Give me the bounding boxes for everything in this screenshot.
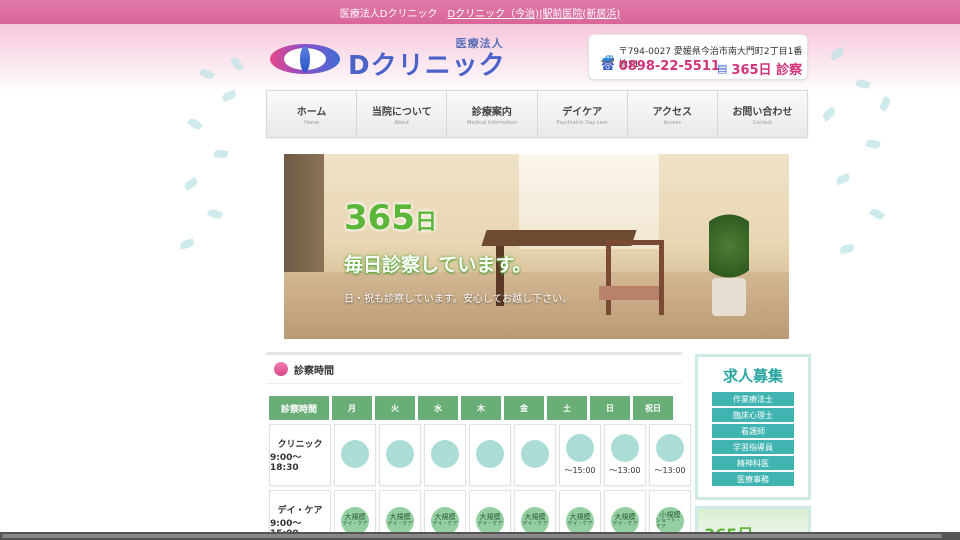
- table-header: 診察時間: [269, 396, 329, 420]
- calendar-icon: ▤: [717, 62, 728, 75]
- nav-item-label: ホーム: [296, 106, 327, 118]
- table-header: 祝日: [633, 396, 673, 420]
- contact-tel[interactable]: 0898-22-5511: [619, 59, 720, 74]
- table-header: 月: [332, 396, 372, 420]
- nav-item-label: 診療案内: [471, 106, 512, 118]
- table-cell: 〜13:00: [604, 424, 646, 486]
- table-header-row: 診察時間 月 火 水 木 金 土 日 祝日: [269, 396, 691, 420]
- daycare-mark: 大規模 デイ・ケア: [341, 507, 369, 535]
- hero-days-number: 365: [344, 198, 415, 238]
- table-header: 日: [590, 396, 630, 420]
- topbar-link-niihama[interactable]: 駅前医院(新居浜): [542, 9, 620, 20]
- recruit-item[interactable]: 看護師: [712, 424, 794, 438]
- hero-days-unit: 日: [414, 210, 437, 235]
- hours-heading: 診察時間: [266, 352, 682, 384]
- hero-days: 365日: [344, 198, 437, 238]
- nav-item-sub: Psychiatric Day care: [556, 119, 608, 126]
- contact-box: 🚙 〒794-0027 愛媛県今治市南大門町2丁目1番地21 ☎ 0898-22…: [588, 34, 808, 80]
- nav-item-sub: Medical Information: [467, 119, 517, 126]
- table-cell: 〜15:00: [559, 424, 601, 486]
- daycare-mark: 大規模 デイ・ケア: [476, 507, 504, 535]
- daycare-mark: 大規模 デイ・ケア: [386, 507, 414, 535]
- recruit-item[interactable]: 医療事務: [712, 472, 794, 486]
- global-nav: ホーム Home 当院について About 診療案内 Medical Infor…: [266, 90, 808, 138]
- nav-item-medical[interactable]: 診療案内 Medical Information: [447, 91, 538, 137]
- table-header: 木: [461, 396, 501, 420]
- hours-table: 診察時間 月 火 水 木 金 土 日 祝日 クリニック 9:00〜18:30 〜…: [269, 396, 691, 540]
- table-row-clinic: クリニック 9:00〜18:30 〜15:00 〜13:00 〜13:00: [269, 424, 691, 486]
- nav-item-contact[interactable]: お問い合わせ Contact: [718, 91, 807, 137]
- open-mark-icon: [656, 434, 684, 462]
- table-cell: [334, 424, 376, 486]
- daycare-mark: 大規模 デイ・ケア: [611, 507, 639, 535]
- logo-sub: 医療法人: [455, 36, 504, 50]
- daycare-mark: 大規模 デイ・ケア: [566, 507, 594, 535]
- open-mark-icon: [476, 439, 504, 468]
- table-cell: [469, 424, 511, 486]
- contact-days-row: ▤ 365日 診察: [717, 59, 802, 78]
- hours-title: 診察時間: [294, 365, 334, 377]
- nav-item-sub: About: [394, 119, 410, 126]
- nav-item-sub: Home: [304, 119, 319, 126]
- recruit-item[interactable]: 臨床心理士: [712, 408, 794, 422]
- horizontal-scrollbar[interactable]: [0, 532, 960, 540]
- recruit-banner[interactable]: 求人募集 作業療法士 臨床心理士 看護師 学習指導員 精神科医 医療事務: [695, 354, 811, 500]
- logo-text: 医療法人 Dクリニック: [348, 37, 506, 82]
- open-mark-icon: [611, 434, 639, 462]
- open-mark-icon: [521, 439, 549, 468]
- top-bar: 医療法人Dクリニック Dクリニック（今治)|駅前医院(新居浜): [0, 0, 960, 24]
- page: 医療法人Dクリニック Dクリニック（今治)|駅前医院(新居浜) 医療法人 Dクリ…: [0, 0, 960, 540]
- nav-item-daycare[interactable]: デイケア Psychiatric Day care: [538, 91, 628, 137]
- logo-mark-icon: [270, 38, 340, 82]
- phone-icon: ☎: [601, 60, 615, 73]
- contact-days: 365日 診察: [731, 63, 803, 78]
- open-mark-icon: [566, 434, 594, 462]
- contact-tel-row[interactable]: ☎ 0898-22-5511: [601, 59, 720, 74]
- nav-item-sub: Contact: [752, 119, 773, 126]
- table-cell: [514, 424, 556, 486]
- topbar-link-imabari[interactable]: Dクリニック（今治): [447, 9, 539, 20]
- nav-item-label: デイケア: [562, 106, 603, 118]
- hero-banner: 365日 毎日診察しています。 日・祝も診察しています。安心してお越し下さい。: [284, 154, 789, 339]
- open-mark-icon: [341, 439, 369, 468]
- hero-chair: [606, 240, 664, 315]
- open-mark-icon: [386, 439, 414, 468]
- row-label: クリニック 9:00〜18:30: [269, 424, 331, 486]
- nav-item-label: 当院について: [371, 106, 432, 118]
- table-cell: 〜13:00: [649, 424, 691, 486]
- daycare-mark: 大規模 デイ・ケア: [521, 507, 549, 535]
- daycare-mark: 大規模 デイ・ケア: [431, 507, 459, 535]
- table-cell: [424, 424, 466, 486]
- table-header: 火: [375, 396, 415, 420]
- recruit-item[interactable]: 作業療法士: [712, 392, 794, 406]
- recruit-item[interactable]: 精神科医: [712, 456, 794, 470]
- open-mark-icon: [431, 439, 459, 468]
- nav-item-label: アクセス: [652, 106, 693, 118]
- flower-icon: [274, 362, 288, 376]
- daycare-mark: 小規模 ショート・ケア: [656, 507, 684, 535]
- hero-subtext: 日・祝も診察しています。安心してお越し下さい。: [344, 294, 573, 305]
- nav-item-about[interactable]: 当院について About: [357, 91, 448, 137]
- nav-item-label: お問い合わせ: [732, 106, 793, 118]
- table-cell: [379, 424, 421, 486]
- nav-item-access[interactable]: アクセス Access: [628, 91, 718, 137]
- scrollbar-thumb[interactable]: [2, 534, 942, 538]
- recruit-title: 求人募集: [722, 367, 783, 385]
- clinic-logo[interactable]: 医療法人 Dクリニック: [270, 37, 506, 82]
- table-header: 水: [418, 396, 458, 420]
- recruit-list: 作業療法士 臨床心理士 看護師 学習指導員 精神科医 医療事務: [698, 392, 808, 486]
- table-header: 金: [504, 396, 544, 420]
- hero-headline: 毎日診察しています。: [344, 254, 532, 276]
- topbar-clinic-name: 医療法人Dクリニック: [339, 8, 438, 20]
- recruit-item[interactable]: 学習指導員: [712, 440, 794, 454]
- nav-item-sub: Access: [663, 119, 681, 126]
- table-header: 土: [547, 396, 587, 420]
- nav-item-home[interactable]: ホーム Home: [267, 91, 358, 137]
- consultation-hours-section: 診察時間 診察時間 月 火 水 木 金 土 日 祝日 クリニック 9:00〜18…: [266, 352, 691, 540]
